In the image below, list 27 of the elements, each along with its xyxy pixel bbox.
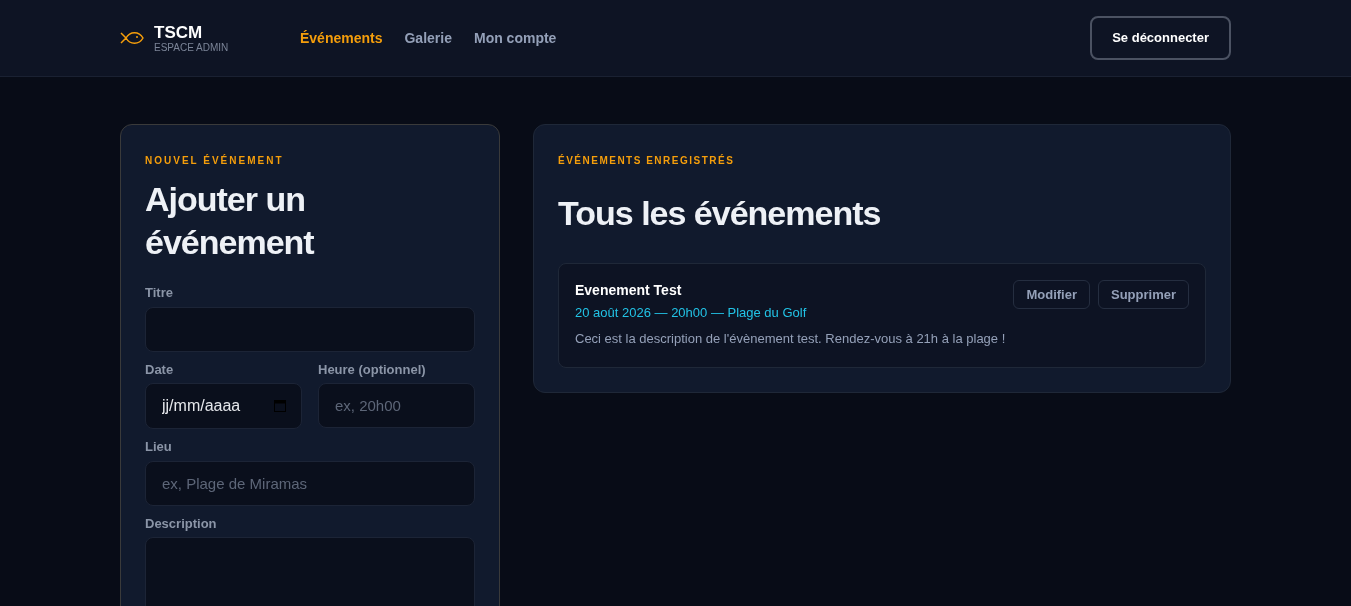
event-action-button[interactable]: Supprimer [1098,280,1189,309]
description-field[interactable] [145,537,475,606]
field-label: Titre [145,284,174,302]
nav-link[interactable]: Galerie [404,27,452,49]
section-eyebrow: NOUVEL ÉVÉNEMENT [145,153,285,168]
calendar-icon[interactable] [274,399,286,412]
form-title: Ajouter un événement [145,179,316,263]
text-field[interactable]: ex, 20h00 [318,383,475,428]
field-label: Heure (optionnel) [318,360,427,379]
field-label: Date [145,360,175,379]
list-title: Tous les événements [558,193,882,234]
field-label: Lieu [145,438,173,456]
text-field[interactable]: ex, Plage de Miramas [145,460,475,506]
logout-button[interactable]: Se déconnecter [1090,16,1231,60]
text-field[interactable] [145,306,475,352]
brand-subtitle: ESPACE ADMIN [154,42,229,53]
nav-link[interactable]: Mon compte [473,27,557,49]
brand-name: TSCM [154,23,204,41]
nav-link[interactable]: Événements [300,27,383,49]
field-label: Description [145,514,218,533]
section-eyebrow: ÉVÉNEMENTS ENREGISTRÉS [558,153,736,168]
fish-icon [120,31,144,45]
event-meta: 20 août 2026 — 20h00 — Plage du Golf [575,304,808,322]
date-field[interactable]: jj/mm/aaaa [145,383,302,429]
event-title: Evenement Test [575,281,683,300]
event-description: Ceci est la description de l'évènement test. Rendez-vous à 21h à la plage ! [575,329,1006,348]
event-action-button[interactable]: Modifier [1013,280,1090,309]
